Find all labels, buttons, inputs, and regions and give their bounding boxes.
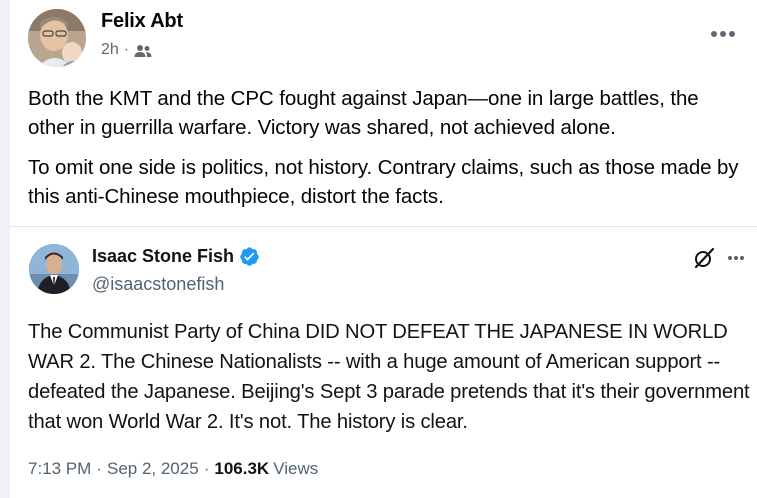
grok-icon[interactable]: [693, 247, 715, 269]
post-meta: 2h ·: [101, 41, 152, 59]
embedded-tweet[interactable]: Isaac Stone Fish @isaacstonefish The Com…: [10, 227, 757, 498]
post-timestamp[interactable]: 2h: [101, 41, 119, 59]
tweet-text: The Communist Party of China DID NOT DEF…: [28, 321, 750, 433]
post-paragraph: Both the KMT and the CPC fought against …: [28, 87, 699, 139]
post-more-button[interactable]: [705, 22, 741, 46]
more-horizontal-icon: [727, 256, 732, 260]
friends-icon[interactable]: [134, 44, 152, 58]
feed-post-card: Felix Abt 2h · Both the KMT and the CPC …: [10, 0, 757, 498]
footer-separator: ·: [203, 459, 210, 478]
post-body: Both the KMT and the CPC fought against …: [28, 84, 743, 222]
tweet-date[interactable]: Sep 2, 2025: [107, 459, 199, 479]
post-paragraph: To omit one side is politics, not histor…: [28, 156, 739, 208]
views-count[interactable]: 106.3K: [214, 459, 269, 479]
tweet-more-button[interactable]: [723, 250, 749, 266]
tweet-time[interactable]: 7:13 PM: [28, 459, 91, 479]
author-avatar[interactable]: [28, 9, 86, 67]
more-horizontal-icon: [711, 31, 717, 37]
views-label: Views: [273, 459, 319, 478]
footer-separator: ·: [96, 459, 102, 478]
tweet-author-name-text: Isaac Stone Fish: [92, 246, 235, 266]
tweet-author-avatar[interactable]: [29, 244, 79, 294]
verified-badge-icon: [239, 246, 260, 267]
tweet-footer: 7:13 PM · Sep 2, 2025 · 106.3K Views: [28, 459, 318, 479]
avatar-photo: [28, 9, 86, 67]
tweet-author-handle[interactable]: @isaacstonefish: [92, 274, 224, 295]
tweet-author-name[interactable]: Isaac Stone Fish: [92, 246, 260, 267]
avatar-photo: [29, 244, 79, 294]
meta-separator: ·: [123, 41, 130, 58]
post-header: Felix Abt 2h ·: [10, 0, 757, 76]
author-name[interactable]: Felix Abt: [101, 10, 183, 33]
